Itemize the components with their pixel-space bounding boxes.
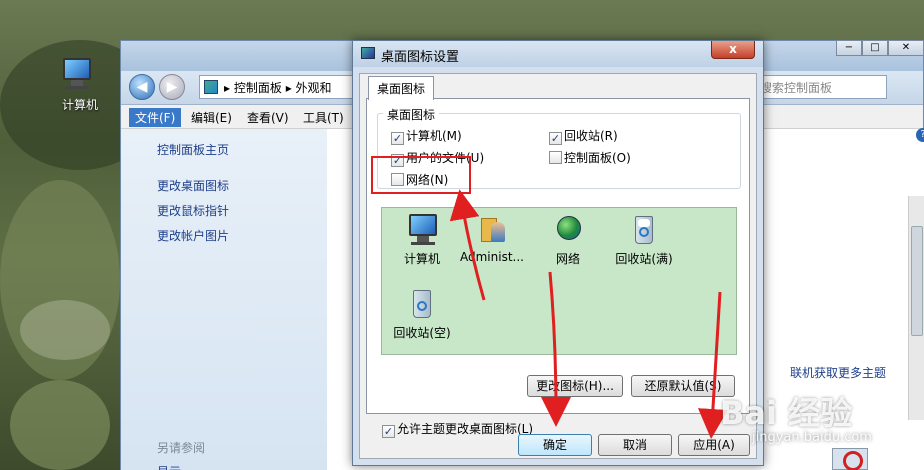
help-icon[interactable]: ? xyxy=(916,128,924,142)
desktop-icon-computer[interactable]: 计算机 xyxy=(52,58,108,113)
computer-icon xyxy=(59,58,101,92)
list-item[interactable]: Administ... xyxy=(452,214,532,264)
desktop-icon-settings-dialog: 桌面图标设置 x 桌面图标 桌面图标 ✓ 计算机(M) ✓ 回收站(R) ✓ 用户的文… xyxy=(352,40,764,466)
network-globe-icon xyxy=(551,214,585,246)
breadcrumb-control-panel[interactable]: 控制面板 xyxy=(234,81,282,95)
tab-panel: 桌面图标 ✓ 计算机(M) ✓ 回收站(R) ✓ 用户的文件(U) 控制面板(O) 网… xyxy=(366,98,750,414)
checkbox-box[interactable]: ✓ xyxy=(391,132,404,145)
group-title: 桌面图标 xyxy=(383,106,440,123)
computer-icon xyxy=(405,214,439,246)
sidebar-link-mouse-pointer[interactable]: 更改鼠标指针 xyxy=(157,202,229,219)
recycle-bin-empty-icon xyxy=(405,288,439,320)
checkbox-label: 控制面板(O) xyxy=(564,151,631,165)
address-field[interactable]: ▸ 控制面板 ▸ 外观和 xyxy=(199,75,353,99)
close-window-button[interactable]: ✕ xyxy=(888,40,924,56)
sidebar-link-desktop-icons[interactable]: 更改桌面图标 xyxy=(157,177,229,194)
dialog-body: 桌面图标 桌面图标 ✓ 计算机(M) ✓ 回收站(R) ✓ 用户的文件(U) 控制面板… xyxy=(359,73,757,459)
icon-preview-list: 计算机 Administ... 网络 回收站(满) 回收站(空) xyxy=(381,207,737,355)
checkbox-allow-themes[interactable]: ✓ 允许主题更改桌面图标(L) xyxy=(382,420,533,438)
breadcrumb-sep-icon: ▸ xyxy=(285,81,296,95)
recycle-bin-full-icon xyxy=(627,214,661,246)
baidu-watermark-url: jingyan.baidu.com xyxy=(752,430,872,445)
icon-label: Administ... xyxy=(460,250,524,264)
control-panel-icon xyxy=(204,80,218,94)
list-item[interactable]: 网络 xyxy=(528,214,608,267)
menu-tools[interactable]: 工具(T) xyxy=(297,108,350,127)
user-folder-icon xyxy=(475,214,509,246)
icon-label: 回收站(空) xyxy=(393,326,451,340)
cancel-button[interactable]: 取消 xyxy=(598,434,672,456)
sidebar-link-home[interactable]: 控制面板主页 xyxy=(157,141,229,158)
desktop-wallpaper-sheep xyxy=(20,300,110,360)
apply-button[interactable]: 应用(A) xyxy=(678,434,750,456)
breadcrumb-appearance[interactable]: 外观和 xyxy=(296,81,332,95)
icon-label: 回收站(满) xyxy=(615,252,673,266)
list-item[interactable]: 回收站(满) xyxy=(604,214,684,267)
ok-button[interactable]: 确定 xyxy=(518,434,592,456)
forward-button[interactable]: ▶ xyxy=(159,74,185,100)
desktop-wallpaper-grass xyxy=(10,380,110,470)
breadcrumb-sep-icon: ▸ xyxy=(224,81,234,95)
prohibited-icon xyxy=(832,448,868,470)
sidebar: 控制面板主页 更改桌面图标 更改鼠标指针 更改帐户图片 另请参阅 显示 xyxy=(121,129,327,470)
menu-file[interactable]: 文件(F) xyxy=(129,108,182,127)
dialog-app-icon xyxy=(361,47,375,59)
icon-label: 计算机 xyxy=(403,252,440,266)
scrollbar-thumb[interactable] xyxy=(911,226,923,336)
checkbox-label: 回收站(R) xyxy=(564,129,618,143)
sidebar-link-account-picture[interactable]: 更改帐户图片 xyxy=(157,227,229,244)
online-themes-link[interactable]: 联机获取更多主题 xyxy=(790,364,886,381)
list-item[interactable]: 计算机 xyxy=(382,214,462,267)
dialog-close-button[interactable]: x xyxy=(711,41,755,59)
dialog-titlebar[interactable]: 桌面图标设置 x xyxy=(353,41,763,67)
checkbox-recycle-bin[interactable]: ✓ 回收站(R) xyxy=(549,127,618,145)
maximize-button[interactable]: □ xyxy=(862,40,888,56)
checkbox-label: 允许主题更改桌面图标(L) xyxy=(397,422,534,436)
checkbox-box[interactable] xyxy=(549,151,562,164)
see-also-link-display[interactable]: 显示 xyxy=(157,463,181,470)
checkbox-label: 计算机(M) xyxy=(406,129,462,143)
search-input[interactable]: 搜索控制面板 xyxy=(753,75,887,99)
scrollbar[interactable] xyxy=(908,196,924,420)
menu-view[interactable]: 查看(V) xyxy=(241,108,295,127)
list-item[interactable]: 回收站(空) xyxy=(382,288,462,341)
checkbox-control-panel[interactable]: 控制面板(O) xyxy=(549,149,631,166)
menu-edit[interactable]: 编辑(E) xyxy=(185,108,238,127)
minimize-button[interactable]: − xyxy=(836,40,862,56)
checkbox-computer[interactable]: ✓ 计算机(M) xyxy=(391,127,462,145)
desktop-icon-label: 计算机 xyxy=(61,98,98,112)
back-button[interactable]: ◀ xyxy=(129,74,155,100)
checkbox-box[interactable]: ✓ xyxy=(549,132,562,145)
highlight-box-network xyxy=(371,156,471,194)
baidu-watermark: Bai 经验 xyxy=(720,394,853,432)
tab-desktop-icons[interactable]: 桌面图标 xyxy=(368,76,435,100)
icon-label: 网络 xyxy=(555,252,580,266)
see-also-header: 另请参阅 xyxy=(157,441,206,455)
dialog-title: 桌面图标设置 xyxy=(381,50,460,65)
checkbox-box[interactable]: ✓ xyxy=(382,425,395,438)
change-icon-button[interactable]: 更改图标(H)... xyxy=(527,375,623,397)
